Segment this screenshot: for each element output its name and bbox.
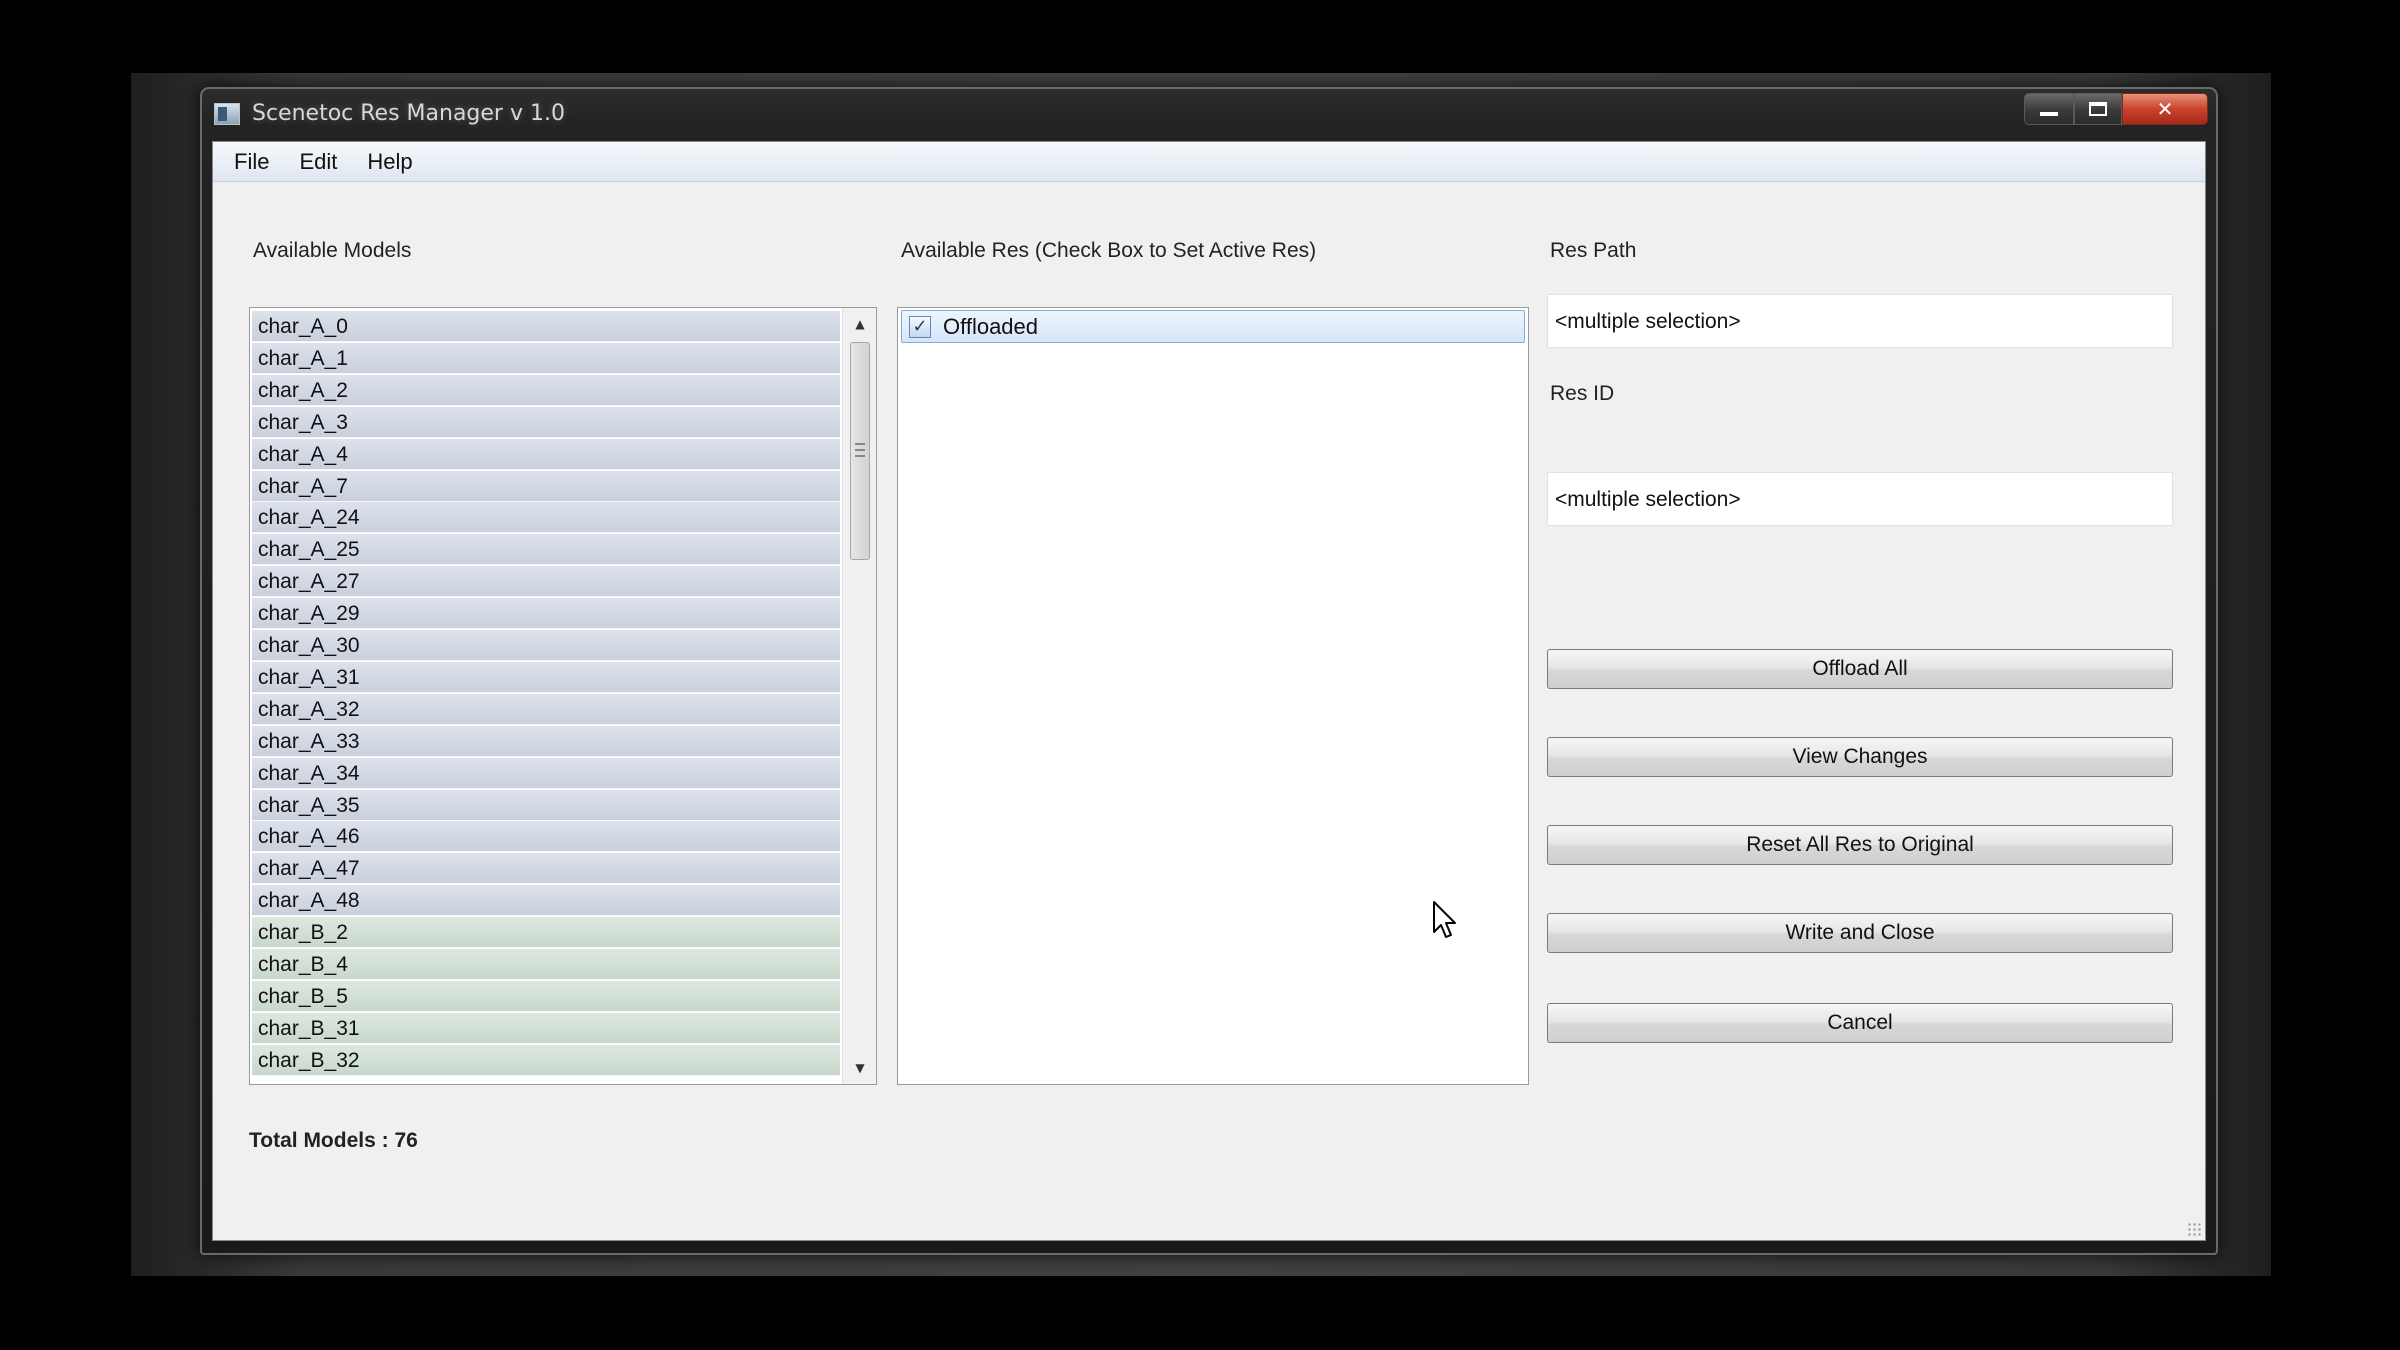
model-list-item[interactable]: char_A_1 (252, 342, 840, 374)
res-item-label: Offloaded (943, 313, 1039, 339)
minimize-icon (2040, 112, 2058, 116)
model-list-item[interactable]: char_A_30 (252, 630, 840, 661)
model-list-item[interactable]: char_A_29 (252, 598, 840, 630)
model-list-item[interactable]: char_A_7 (252, 470, 840, 502)
res-checkbox[interactable]: ✓ (909, 315, 931, 338)
menu-bar: File Edit Help (213, 142, 2205, 182)
available-models-label: Available Models (253, 239, 412, 262)
reset-all-button[interactable]: Reset All Res to Original (1547, 825, 2173, 865)
menu-help[interactable]: Help (352, 149, 427, 175)
models-scrollbar[interactable]: ▲ ▼ (842, 308, 876, 1084)
menu-edit[interactable]: Edit (284, 149, 352, 175)
model-list-item[interactable]: char_A_27 (252, 566, 840, 598)
model-list-item[interactable]: char_B_5 (252, 980, 840, 1012)
checkmark-icon: ✓ (912, 315, 928, 337)
mouse-cursor-icon (1432, 900, 1458, 944)
model-list-item[interactable]: char_A_33 (252, 725, 840, 757)
title-bar[interactable]: Scenetoc Res Manager v 1.0 ✕ (202, 89, 2216, 141)
model-list-item[interactable]: char_A_32 (252, 693, 840, 725)
model-list-item[interactable]: char_B_31 (252, 1012, 840, 1044)
cancel-button[interactable]: Cancel (1547, 1003, 2173, 1043)
model-list-item[interactable]: char_A_4 (252, 438, 840, 470)
model-list-item[interactable]: char_B_32 (252, 1044, 840, 1076)
model-list-item[interactable]: char_A_25 (252, 534, 840, 566)
maximize-button[interactable] (2074, 93, 2122, 125)
model-list-item[interactable]: char_A_34 (252, 757, 840, 789)
model-list-item[interactable]: char_A_2 (252, 374, 840, 406)
scroll-thumb[interactable] (850, 342, 870, 560)
view-changes-button[interactable]: View Changes (1547, 737, 2173, 777)
offload-all-button[interactable]: Offload All (1547, 649, 2173, 689)
total-models-label: Total Models : 76 (249, 1129, 418, 1152)
write-and-close-button[interactable]: Write and Close (1547, 913, 2173, 953)
client-area: File Edit Help Available Models Availabl… (212, 141, 2206, 1241)
model-list-item[interactable]: char_B_2 (252, 917, 840, 949)
app-window: Scenetoc Res Manager v 1.0 ✕ File Edit H… (200, 87, 2218, 1255)
menu-file[interactable]: File (219, 149, 284, 175)
res-id-field[interactable]: <multiple selection> (1547, 472, 2173, 526)
app-icon[interactable] (214, 103, 240, 125)
available-res-label: Available Res (Check Box to Set Active R… (901, 239, 1317, 262)
resize-grip-icon[interactable] (2187, 1222, 2201, 1236)
close-button[interactable]: ✕ (2122, 93, 2208, 125)
window-title: Scenetoc Res Manager v 1.0 (252, 101, 565, 126)
model-list-item[interactable]: char_A_24 (252, 502, 840, 534)
model-list-item[interactable]: char_A_46 (252, 821, 840, 853)
model-list-item[interactable]: char_A_47 (252, 853, 840, 885)
model-list-item[interactable]: char_A_48 (252, 885, 840, 917)
model-list-item[interactable]: char_A_3 (252, 406, 840, 438)
res-id-label: Res ID (1550, 382, 1615, 405)
model-list-item[interactable]: char_A_35 (252, 789, 840, 821)
res-path-field[interactable]: <multiple selection> (1547, 294, 2173, 348)
scroll-up-arrow-icon[interactable]: ▲ (843, 310, 876, 338)
res-row-offloaded[interactable]: ✓ Offloaded (901, 310, 1525, 343)
grip-icon (855, 443, 865, 457)
maximize-icon (2089, 102, 2107, 116)
scroll-down-arrow-icon[interactable]: ▼ (843, 1054, 876, 1082)
res-list[interactable]: ✓ Offloaded (897, 307, 1529, 1085)
model-list-item[interactable]: char_A_31 (252, 661, 840, 693)
models-list[interactable]: char_B_32 char_B_31 char_B_5 char_B_4 char_B… (249, 307, 877, 1085)
close-icon: ✕ (2156, 97, 2174, 121)
res-path-label: Res Path (1550, 239, 1637, 262)
model-list-item[interactable]: char_A_0 (252, 311, 840, 342)
model-list-item[interactable]: char_B_4 (252, 949, 840, 980)
minimize-button[interactable] (2024, 93, 2074, 125)
window-controls: ✕ (2024, 93, 2208, 125)
